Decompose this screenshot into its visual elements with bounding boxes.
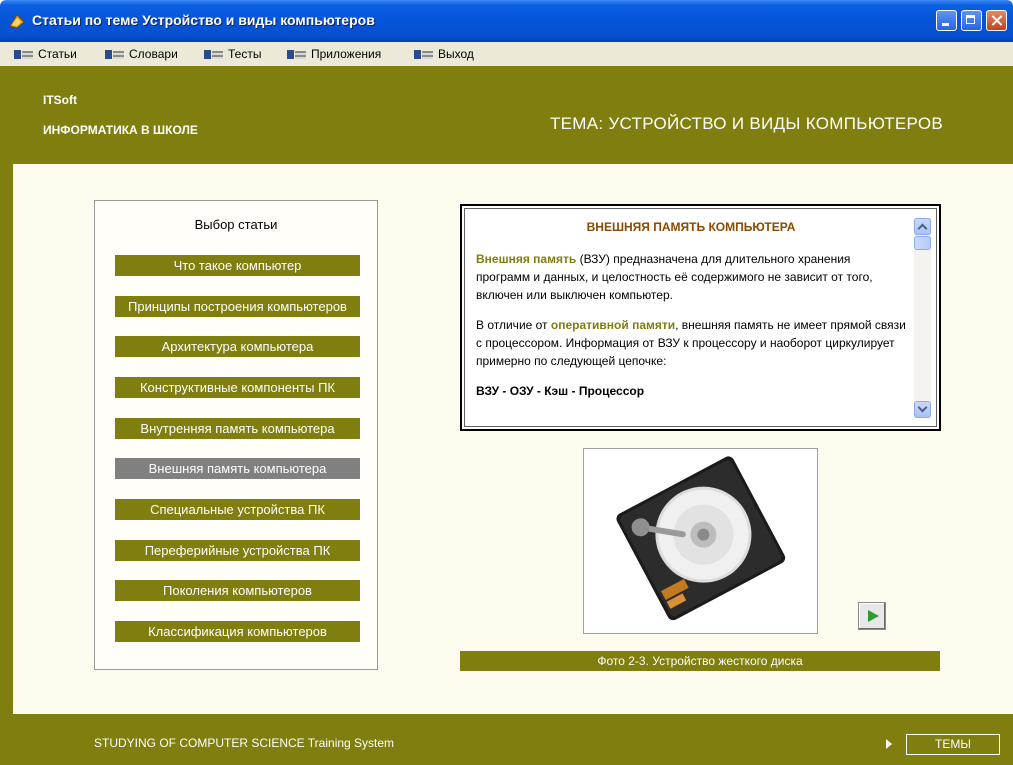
nav-item-internal-memory[interactable]: Внутренняя память компьютера <box>115 418 360 439</box>
menu-item-label: Статьи <box>38 47 77 61</box>
nav-item-what-is-computer[interactable]: Что такое компьютер <box>115 255 360 276</box>
header-banner: ITSoft ИНФОРМАТИКА В ШКОЛЕ ТЕМА: УСТРОЙС… <box>13 66 1013 164</box>
article-paragraph: Внешняя память (ВЗУ) предназначена для д… <box>476 250 906 304</box>
next-photo-button[interactable] <box>858 602 886 630</box>
menu-item-label: Приложения <box>311 47 382 61</box>
nav-item-special-devices[interactable]: Специальные устройства ПК <box>115 499 360 520</box>
article-title: ВНЕШНЯЯ ПАМЯТЬ КОМПЬЮТЕРА <box>586 220 796 234</box>
keyword-link[interactable]: Внешняя память <box>476 252 576 266</box>
scroll-down-button[interactable] <box>914 401 931 418</box>
article-selection-panel: Выбор статьи Что такое компьютер Принцип… <box>94 200 378 670</box>
keyword-link[interactable]: оперативной памяти <box>551 318 675 332</box>
books-icon <box>204 49 224 60</box>
article-text-box[interactable]: ВНЕШНЯЯ ПАМЯТЬ КОМПЬЮТЕРА Внешняя память… <box>460 204 941 431</box>
title-bar[interactable]: Статьи по теме Устройство и виды компьют… <box>0 0 1013 42</box>
hard-disk-photo <box>583 448 818 634</box>
window-title: Статьи по теме Устройство и виды компьют… <box>32 12 375 28</box>
close-button[interactable] <box>986 10 1007 31</box>
nav-item-principles[interactable]: Принципы построения компьютеров <box>115 296 360 317</box>
menu-item-label: Выход <box>438 47 474 61</box>
arrow-right-icon <box>886 739 892 749</box>
scroll-up-button[interactable] <box>914 218 931 235</box>
paragraph-text: В отличие от <box>476 318 551 332</box>
nav-item-external-memory[interactable]: Внешняя память компьютера <box>115 458 360 479</box>
photo-caption: Фото 2-3. Устройство жесткого диска <box>460 651 940 671</box>
books-icon <box>14 49 34 60</box>
menu-item-dictionaries[interactable]: Словари <box>105 47 178 61</box>
article-body: ВНЕШНЯЯ ПАМЯТЬ КОМПЬЮТЕРА Внешняя память… <box>476 218 906 412</box>
article-paragraph: В отличие от оперативной памяти, внешняя… <box>476 316 906 370</box>
menu-item-label: Тесты <box>228 47 262 61</box>
footer-bar: STUDYING OF COMPUTER SCIENCE Training Sy… <box>13 714 1013 765</box>
brand-subtitle: ИНФОРМАТИКА В ШКОЛЕ <box>43 123 198 137</box>
nav-item-architecture[interactable]: Архитектура компьютера <box>115 336 360 357</box>
books-icon <box>414 49 434 60</box>
menu-bar: Статьи Словари Тесты Приложения Выход <box>0 42 1013 67</box>
maximize-button[interactable] <box>961 10 982 31</box>
menu-item-tests[interactable]: Тесты <box>204 47 261 61</box>
panel-title: Выбор статьи <box>194 217 278 232</box>
nav-item-generations[interactable]: Поколения компьютеров <box>115 580 360 601</box>
books-icon <box>105 49 125 60</box>
hard-disk-image <box>616 456 786 621</box>
topic-title: ТЕМА: УСТРОЙСТВО И ВИДЫ КОМПЬЮТЕРОВ <box>549 114 943 133</box>
nav-item-classification[interactable]: Классификация компьютеров <box>115 621 360 642</box>
memory-chain: ВЗУ - ОЗУ - Кэш - Процессор <box>476 384 645 398</box>
scroll-thumb[interactable] <box>914 236 931 250</box>
vertical-scrollbar[interactable] <box>914 218 931 418</box>
nav-item-peripheral-devices[interactable]: Переферийные устройства ПК <box>115 540 360 561</box>
nav-item-components[interactable]: Конструктивные компоненты ПК <box>115 377 360 398</box>
app-icon <box>9 14 25 29</box>
minimize-button[interactable] <box>936 10 957 31</box>
menu-item-label: Словари <box>129 47 178 61</box>
brand-name: ITSoft <box>43 93 77 107</box>
left-border <box>0 66 13 765</box>
menu-item-exit[interactable]: Выход <box>414 47 474 61</box>
menu-item-articles[interactable]: Статьи <box>14 47 77 61</box>
menu-item-appendices[interactable]: Приложения <box>287 47 381 61</box>
footer-text: STUDYING OF COMPUTER SCIENCE Training Sy… <box>94 736 395 750</box>
themes-button[interactable]: ТЕМЫ <box>906 734 1000 755</box>
books-icon <box>287 49 307 60</box>
main-content: Выбор статьи Что такое компьютер Принцип… <box>13 164 1013 714</box>
